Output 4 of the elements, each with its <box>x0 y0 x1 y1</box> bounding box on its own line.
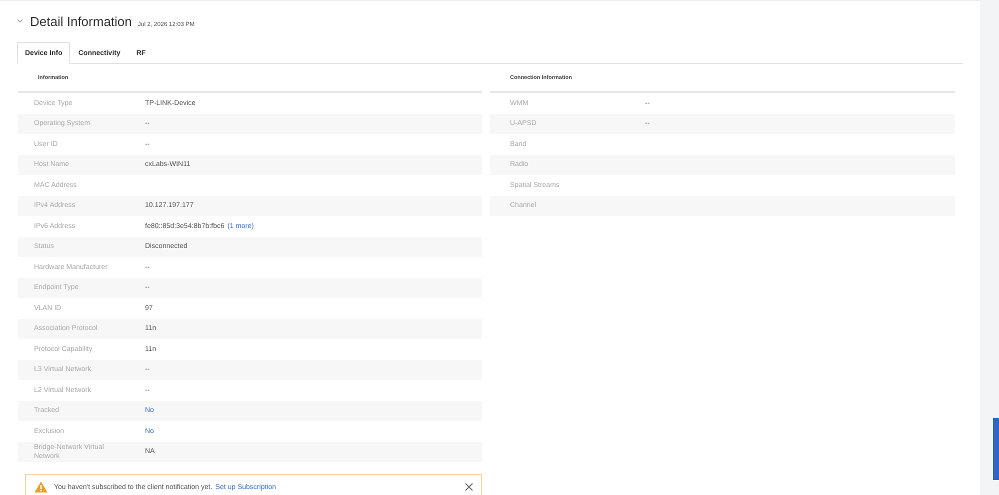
collapse-caret-icon[interactable] <box>17 19 23 23</box>
close-icon[interactable] <box>465 483 473 491</box>
warning-icon <box>34 481 48 493</box>
section-title: Detail Information <box>30 14 132 29</box>
